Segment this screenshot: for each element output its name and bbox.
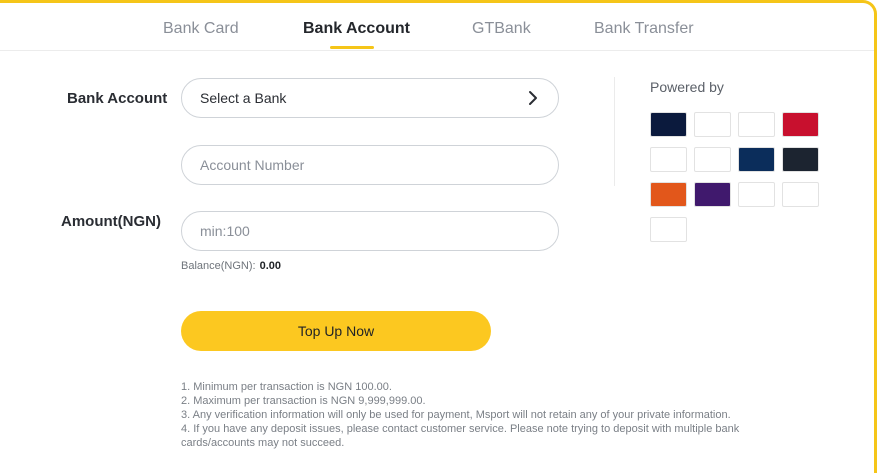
tab-gtbank[interactable]: GTBank <box>472 20 531 38</box>
sterling-logo <box>738 182 775 207</box>
select-bank-dropdown[interactable]: Select a Bank <box>181 78 559 118</box>
zenith-logo <box>650 217 687 242</box>
paystack-logo <box>650 112 687 137</box>
alat-logo <box>782 112 819 137</box>
amount-label: Amount(NGN) <box>61 213 161 230</box>
tab-bank-account[interactable]: Bank Account <box>303 20 410 38</box>
powered-by-label: Powered by <box>650 79 724 95</box>
note-item: 3. Any verification information will onl… <box>181 409 731 421</box>
firstbank-logo <box>738 147 775 172</box>
fidelity-logo <box>694 147 731 172</box>
access-logo <box>694 112 731 137</box>
tab-bank-card[interactable]: Bank Card <box>163 20 239 38</box>
account-number-field[interactable] <box>181 145 559 185</box>
note-item: 2. Maximum per transaction is NGN 9,999,… <box>181 395 426 407</box>
balance-info: Balance(NGN): 0.00 <box>181 260 281 272</box>
balance-label: Balance(NGN): <box>181 260 256 272</box>
note-item: 1. Minimum per transaction is NGN 100.00… <box>181 381 392 393</box>
select-bank-value: Select a Bank <box>200 90 287 106</box>
gtbank-logo <box>650 182 687 207</box>
payment-panel: Bank Card Bank Account GTBank Bank Trans… <box>0 0 877 473</box>
payment-method-tabs: Bank Card Bank Account GTBank Bank Trans… <box>0 3 874 51</box>
bank-account-label: Bank Account <box>67 90 168 107</box>
chevron-right-icon <box>529 91 537 105</box>
ecobank-logo <box>650 147 687 172</box>
amount-field[interactable] <box>181 211 559 251</box>
account-number-input[interactable] <box>200 146 520 184</box>
note-item: 4. If you have any deposit issues, pleas… <box>181 423 740 449</box>
deposit-notes: 1. Minimum per transaction is NGN 100.00… <box>181 380 781 450</box>
tab-bank-transfer[interactable]: Bank Transfer <box>594 20 694 38</box>
diamond-logo <box>738 112 775 137</box>
amount-input[interactable] <box>200 212 520 250</box>
top-up-now-button[interactable]: Top Up Now <box>181 311 491 351</box>
active-tab-indicator <box>330 46 374 49</box>
uba-logo <box>782 182 819 207</box>
divider <box>614 77 615 186</box>
kuda-logo <box>694 182 731 207</box>
gomoney-logo <box>782 147 819 172</box>
balance-value: 0.00 <box>259 260 281 272</box>
